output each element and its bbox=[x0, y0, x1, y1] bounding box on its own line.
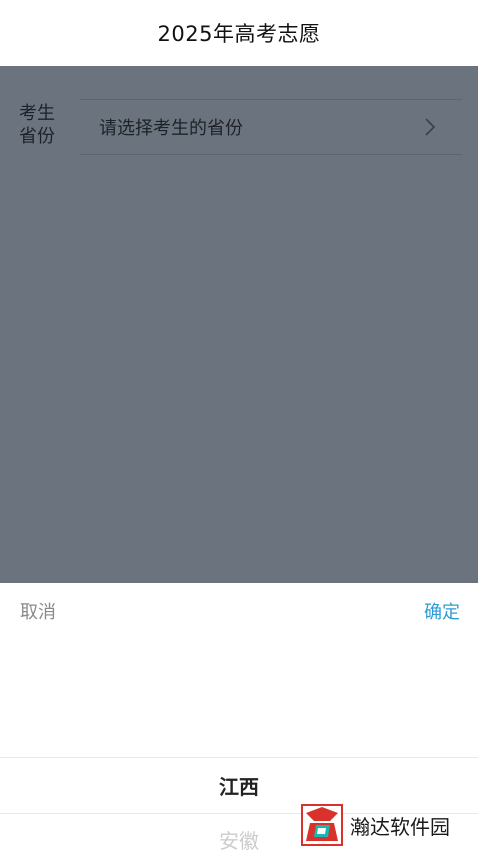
row-divider bbox=[80, 154, 462, 155]
watermark-logo-icon bbox=[301, 804, 343, 846]
confirm-button[interactable]: 确定 bbox=[424, 598, 460, 624]
province-row[interactable]: 考生 省份 请选择考生的省份 bbox=[0, 99, 478, 155]
picker-toolbar: 取消 确定 bbox=[0, 583, 478, 637]
cancel-button[interactable]: 取消 bbox=[20, 598, 56, 624]
watermark: 瀚达软件园 bbox=[300, 803, 470, 847]
dim-overlay[interactable]: 考生 省份 请选择考生的省份 bbox=[0, 66, 478, 583]
province-select[interactable]: 请选择考生的省份 bbox=[99, 99, 243, 155]
chevron-right-icon bbox=[425, 118, 436, 136]
watermark-text: 瀚达软件园 bbox=[350, 814, 450, 839]
top-bar: 2025年高考志愿 bbox=[0, 0, 478, 66]
province-label: 考生 省份 bbox=[19, 103, 55, 147]
page-title: 2025年高考志愿 bbox=[157, 22, 321, 46]
